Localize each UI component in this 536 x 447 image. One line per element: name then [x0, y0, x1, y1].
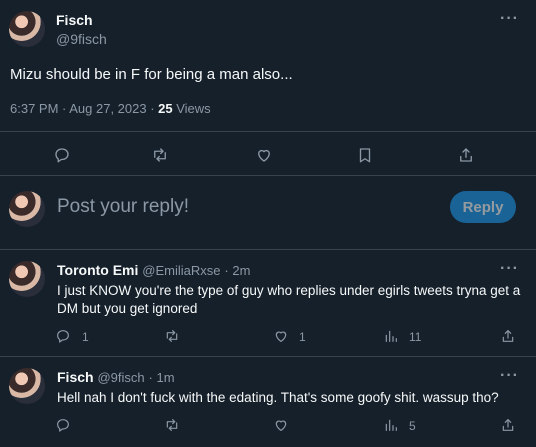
reply-icon[interactable] [55, 417, 71, 433]
retweet-icon[interactable] [164, 328, 180, 344]
tweet-meta: 6:37 PM · Aug 27, 2023 · 25 Views [10, 101, 211, 116]
share-icon[interactable] [455, 144, 477, 166]
reply-author-name[interactable]: Fisch [57, 369, 94, 385]
like-count: 1 [299, 330, 306, 344]
view-count: 11 [409, 330, 422, 344]
reply-author-handle[interactable]: @9fisch [97, 370, 144, 385]
reply-text: Hell nah I don't fuck with the edating. … [57, 390, 499, 405]
reply-input[interactable]: Post your reply! [57, 196, 189, 218]
reply-icon[interactable] [55, 328, 71, 344]
more-options-icon[interactable]: ··· [500, 367, 519, 385]
like-icon[interactable] [253, 144, 275, 166]
views-label: Views [172, 101, 211, 116]
tweet-text: Mizu should be in F for being a man also… [10, 66, 293, 83]
views-icon[interactable] [383, 417, 399, 433]
like-icon[interactable] [273, 328, 289, 344]
avatar[interactable] [9, 11, 45, 47]
views-count: 25 [158, 101, 173, 116]
reply-header: Fisch @9fisch · 1m [57, 369, 175, 385]
divider [0, 175, 536, 176]
tweet-time[interactable]: 6:37 PM · Aug 27, 2023 · [10, 101, 158, 116]
share-icon[interactable] [500, 328, 516, 344]
view-count: 5 [409, 419, 416, 433]
avatar[interactable] [9, 261, 45, 297]
views-icon[interactable] [383, 328, 399, 344]
reply-author-name[interactable]: Toronto Emi [57, 262, 138, 278]
author-name[interactable]: Fisch [56, 12, 93, 28]
like-icon[interactable] [273, 417, 289, 433]
author-handle[interactable]: @9fisch [56, 31, 107, 47]
reply-age[interactable]: · 1m [149, 370, 175, 385]
divider [0, 249, 536, 250]
composer-avatar [9, 191, 45, 227]
more-options-icon[interactable]: ··· [500, 10, 519, 28]
reply-header: Toronto Emi @EmiliaRxse · 2m [57, 262, 250, 278]
reply-author-handle[interactable]: @EmiliaRxse [142, 263, 220, 278]
retweet-icon[interactable] [164, 417, 180, 433]
divider [0, 131, 536, 132]
share-icon[interactable] [500, 417, 516, 433]
reply-text: I just KNOW you're the type of guy who r… [57, 283, 521, 316]
bookmark-icon[interactable] [354, 144, 376, 166]
divider [0, 356, 536, 357]
reply-icon[interactable] [51, 144, 73, 166]
retweet-icon[interactable] [149, 144, 171, 166]
reply-count: 1 [82, 330, 89, 344]
more-options-icon[interactable]: ··· [500, 260, 519, 278]
avatar[interactable] [9, 368, 45, 404]
reply-button[interactable]: Reply [450, 191, 516, 223]
reply-age[interactable]: · 2m [224, 263, 250, 278]
